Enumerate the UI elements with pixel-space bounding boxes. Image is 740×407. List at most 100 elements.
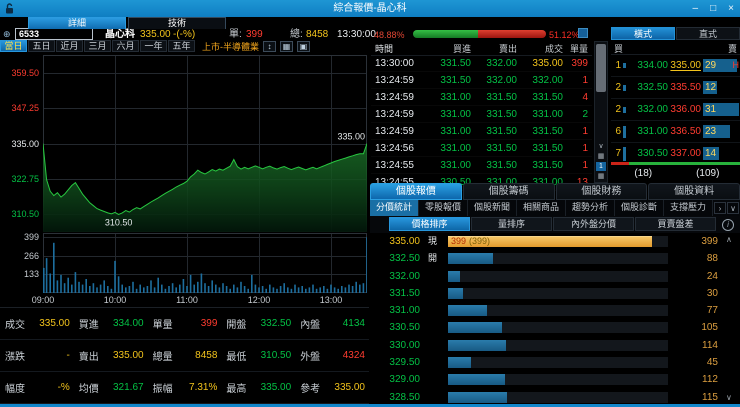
panel-tab-1[interactable]: 個股籌碼 [462,183,555,200]
ladder-row[interactable]: 6 331.00 336.50 23 [611,121,740,143]
period-tab-3[interactable]: 三月 [84,40,111,52]
stock-code-input[interactable] [15,28,93,40]
volume-tick: 133 [23,269,39,280]
ladder-row[interactable]: 2 332.50 335.50 12 [611,77,740,99]
time-tick: 11:00 [176,295,198,305]
svg-text:310.50: 310.50 [105,217,133,227]
price-distribution-list: 335.00 現 399 (399) 399 332.50 開 88 332.00 24 331.5… [370,233,740,406]
stat-賣出: 賣出 335.00 [73,340,148,372]
sub-tab-2[interactable]: 個股新聞 [468,200,517,216]
checker-icon[interactable]: ▦ [596,172,606,181]
tape-row: 13:24:55 331.00 331.50 331.50 1 [371,157,592,174]
view-tab-0[interactable]: 詳細 [28,17,126,29]
info-icon[interactable]: i [722,219,734,231]
sort-tab-2[interactable]: 內外盤分價 [553,217,634,231]
maximize-button[interactable]: □ [710,0,716,17]
price-dist-row: 332.00 24 [370,268,740,285]
bid-price[interactable]: 334.00 [628,55,668,76]
tape-row: 13:24:56 331.00 331.50 331.50 1 [371,140,592,157]
panel-tab-0[interactable]: 個股報價 [370,183,462,200]
page-one-badge[interactable]: 1 [596,162,606,171]
sub-tab-1[interactable]: 零股報價 [419,200,468,216]
panel-tab-2[interactable]: 個股財務 [555,183,648,200]
period-tab-6[interactable]: 五年 [168,40,195,52]
ask-qty: 12 [705,82,717,93]
ask-price[interactable]: 335.50 [670,77,701,98]
tape-option-button[interactable] [578,28,588,38]
bid-price: 331.00 [440,91,471,103]
dist-bar-track [448,253,668,265]
grid-window-icon[interactable]: ▣ [297,40,310,52]
tape-scrollbar[interactable]: ∨ ▦ 1 ▦ [594,41,608,183]
bid-price[interactable]: 332.50 [628,77,668,98]
book-ratio-bar [611,162,740,165]
mode-tab-1[interactable]: 直式 [676,27,740,40]
chart-type-icon[interactable]: ▦ [280,40,293,52]
ask-price[interactable]: 337.00 [670,143,701,164]
bid-qty: 2 [615,82,621,93]
sort-tab-3[interactable]: 買賣盤差 [635,217,716,231]
tape-col-header: 時間 [375,43,394,54]
stat-label: 外盤 [300,352,321,363]
window-controls: – □ × [693,0,734,17]
tape-row: 13:30:00 331.50 332.00 335.00 399 [371,55,592,72]
trade-volume: 1 [582,74,588,86]
sort-tab-0[interactable]: 價格排序 [389,217,470,231]
period-tab-2[interactable]: 近月 [56,40,83,52]
bid-price[interactable]: 332.00 [628,99,668,120]
mode-tab-0[interactable]: 橫式 [611,27,675,40]
minimize-button[interactable]: – [693,0,699,17]
sub-tab-0[interactable]: 分價統計 [370,200,419,216]
chevron-down-icon[interactable]: ∨ [727,202,739,214]
scroll-down-icon[interactable]: ∨ [726,393,732,402]
period-tab-0[interactable]: 當日 [0,40,27,52]
dist-volume: 77 [706,305,718,317]
close-button[interactable]: × [728,0,734,17]
order-book-ladder: 1 334.00 335.00 29 H 2 332.50 335.50 12 2 332.00 33… [611,55,740,165]
stat-漲跌: 漲跌 - [0,340,74,372]
stat-value: 335.00 [113,350,144,361]
ask-price[interactable]: 336.50 [670,121,701,142]
dist-bar-volume: 399 [451,236,467,246]
period-tab-5[interactable]: 一年 [140,40,167,52]
bid-qty: 1 [615,60,621,71]
dist-tag: 現 [428,236,438,246]
ask-price[interactable]: 335.00 [670,55,701,76]
sub-tab-5[interactable]: 個股診斷 [615,200,664,216]
chevron-down-icon[interactable]: ∨ [596,142,606,151]
dist-price: 335.00 [389,236,420,247]
sub-tab-4[interactable]: 趨勢分析 [566,200,615,216]
sort-tab-1[interactable]: 量排序 [471,217,552,231]
period-tab-4[interactable]: 六月 [112,40,139,52]
checker-icon[interactable]: ▦ [596,152,606,161]
ladder-row[interactable]: 2 332.00 336.00 31 [611,99,740,121]
updown-icon[interactable]: ↕ [263,40,276,52]
stat-參考: 參考 335.00 [295,372,369,404]
ask-ratio-segment [629,162,740,165]
panel-tab-3[interactable]: 個股資料 [648,183,740,200]
view-tab-1[interactable]: 技術 [128,17,226,29]
sub-tab-6[interactable]: 支撐壓力 [664,200,713,216]
tape-rows: 13:30:00 331.50 332.00 335.00 399 13:24:59 331… [371,55,592,191]
trade-price: 331.50 [532,159,563,171]
trade-price: 331.50 [532,125,563,137]
inner-ratio-segment [413,30,478,38]
tape-scrollbar-thumb[interactable] [596,44,606,92]
ladder-row[interactable]: 1 334.00 335.00 29 H [611,55,740,77]
stat-value: 310.50 [260,350,292,361]
ask-price[interactable]: 336.00 [670,99,701,120]
scroll-up-icon[interactable]: ∧ [726,235,732,244]
trade-time: 13:24:59 [375,125,414,137]
bid-price[interactable]: 331.00 [628,121,668,142]
price-dist-row: 332.50 開 88 [370,250,740,267]
period-tab-1[interactable]: 五日 [28,40,55,52]
sub-tab-3[interactable]: 相關商品 [517,200,566,216]
price-dist-row: 335.00 現 399 (399) 399 [370,233,740,250]
price-tick: 347.25 [11,103,39,114]
chevron-right-icon[interactable]: › [714,202,726,214]
ask-price: 331.50 [486,125,517,137]
quote-window: 綜合報價-晶心科 – □ × 詳細技術 ⊕ 晶心科 335.00 -(-%) 單… [0,0,740,407]
stat-value: 334.00 [113,318,144,329]
bid-price[interactable]: 330.50 [628,143,668,164]
stat-最高: 最高 335.00 [221,372,296,404]
